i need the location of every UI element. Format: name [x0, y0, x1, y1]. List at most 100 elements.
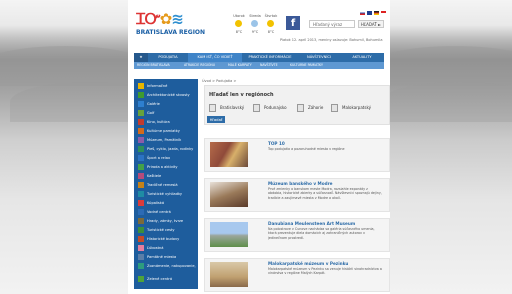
- sidebar-item[interactable]: Kino, kultúra: [136, 118, 196, 126]
- menu-item-podujatia[interactable]: PODUJATIA: [148, 53, 188, 62]
- sidebar-item[interactable]: Vodné centrá: [136, 208, 196, 216]
- item-thumbnail[interactable]: [210, 182, 248, 207]
- category-icon: [138, 146, 144, 152]
- category-icon: [138, 155, 144, 161]
- item-thumbnail[interactable]: [210, 222, 248, 247]
- sidebar-item-label: Architektonické skvosty: [147, 93, 190, 97]
- region-label: Bratislavský: [220, 105, 245, 110]
- list-item[interactable]: Malokarpatské múzeum v Pezinku Malokarpa…: [204, 258, 390, 292]
- item-thumbnail[interactable]: [210, 142, 248, 167]
- sun-icon: [235, 20, 242, 27]
- sidebar-item-label: Hrady, zámky, tvrze: [147, 219, 184, 223]
- sidebar-item-label: Historické budovy: [147, 237, 180, 241]
- region-checkbox[interactable]: [209, 104, 216, 112]
- flag-sk-icon[interactable]: [360, 11, 365, 15]
- item-thumbnail[interactable]: [210, 262, 248, 287]
- sidebar-item[interactable]: Historické budovy: [136, 235, 196, 243]
- hill-shape: [390, 82, 512, 122]
- sidebar-item[interactable]: Galérie: [136, 100, 196, 108]
- search-button[interactable]: HĽADAŤ ►: [358, 20, 384, 28]
- category-icon: [138, 83, 144, 89]
- category-icon: [138, 276, 144, 282]
- category-icon: [138, 128, 144, 134]
- item-title[interactable]: Malokarpatské múzeum v Pezinku: [268, 261, 348, 266]
- category-icon: [138, 263, 144, 269]
- sidebar-item[interactable]: Kúpaliská: [136, 199, 196, 207]
- sidebar-item[interactable]: Turistické cesty: [136, 226, 196, 234]
- find-button[interactable]: Hľadať: [207, 116, 225, 123]
- item-description: Top podujatia a pozoruhodné miesta v reg…: [268, 147, 345, 151]
- site-header: ᏆᏅ✿≋ BRATISLAVA REGION Utorok 8°C Streda…: [128, 0, 390, 50]
- weather-temp: 8°C: [267, 30, 275, 34]
- sidebar-item-label: Pamätné miesta: [147, 255, 177, 259]
- item-title[interactable]: Danubiana Meulensteen Art Museum: [268, 221, 355, 226]
- sidebar-item[interactable]: Priroda a aktivity: [136, 163, 196, 171]
- facebook-icon[interactable]: f: [286, 16, 300, 30]
- flag-en-icon[interactable]: [367, 11, 372, 15]
- item-title[interactable]: Múzeum banského v Modre: [268, 181, 333, 186]
- sidebar-item[interactable]: Golf: [136, 109, 196, 117]
- category-sidebar: Informačné Architektonické skvosty Galér…: [134, 79, 198, 289]
- sidebar-item[interactable]: Tradičné remeslá: [136, 181, 196, 189]
- breadcrumb: Úvod > Podujatia >: [202, 79, 237, 83]
- submenu-item[interactable]: NAVŠTÍVTE: [260, 62, 278, 69]
- sidebar-item-label: Kino, kultúra: [147, 120, 170, 124]
- sidebar-item[interactable]: Kaštiele: [136, 172, 196, 180]
- sub-menu: REGIÓN BRATISLAVA ATRAKCIE REGIÓNU MALÉ …: [134, 62, 384, 69]
- sidebar-item-label: Šport a relax: [147, 156, 171, 160]
- sidebar-item[interactable]: Zelené centrá: [136, 275, 196, 283]
- sidebar-item[interactable]: Ľúbostná: [136, 244, 196, 252]
- list-item[interactable]: Múzeum banského v Modre Prvé zmienky o b…: [204, 178, 390, 212]
- region-checkbox[interactable]: [297, 104, 304, 112]
- region-checkbox[interactable]: [253, 104, 260, 112]
- flag-hu-icon[interactable]: [381, 11, 386, 15]
- sidebar-item[interactable]: Zoznámenie, nakupovanie, zábava: [136, 262, 197, 274]
- sidebar-item[interactable]: Pieš, cyklo, jazda, rodinky: [136, 145, 196, 153]
- sidebar-item-label: Turistické cesty: [147, 228, 175, 232]
- region-label: Podunajsko: [264, 105, 287, 110]
- list-item[interactable]: Danubiana Meulensteen Art Museum Na polo…: [204, 218, 390, 252]
- sidebar-item[interactable]: Pamätné miesta: [136, 253, 196, 261]
- sidebar-item[interactable]: Kultúrne pamiatky: [136, 127, 196, 135]
- sidebar-item[interactable]: Šport a relax: [136, 154, 196, 162]
- submenu-item[interactable]: ATRAKCIE REGIÓNU: [184, 62, 215, 69]
- menu-item-navstevnici[interactable]: NÁVŠTEVNÍCI: [298, 53, 340, 62]
- category-icon: [138, 173, 144, 179]
- list-item[interactable]: TOP 10 Top podujatia a pozoruhodné miest…: [204, 138, 390, 172]
- menu-home-icon[interactable]: ★: [134, 53, 148, 62]
- sidebar-item[interactable]: Architektonické skvosty: [136, 91, 196, 99]
- item-title[interactable]: TOP 10: [268, 141, 285, 146]
- sidebar-item-label: Kúpaliská: [147, 201, 165, 205]
- menu-item-aktuality[interactable]: AKTUALITY: [340, 53, 384, 62]
- sidebar-item[interactable]: Múzeum, Pamätník: [136, 136, 196, 144]
- weather-day: Štvrtok: [264, 14, 278, 18]
- sidebar-item-label: Galérie: [147, 102, 160, 106]
- main-content: Úvod > Podujatia > Hľadať len v regiónoc…: [202, 70, 390, 294]
- region-label: Malokarpatský: [342, 105, 371, 110]
- sidebar-item-label: Priroda a aktivity: [147, 165, 178, 169]
- hill-shape: [0, 46, 128, 86]
- logo[interactable]: ᏆᏅ✿≋ BRATISLAVA REGION: [136, 10, 205, 36]
- region-label: Záhorie: [308, 105, 324, 110]
- sidebar-item-label: Golf: [147, 111, 155, 115]
- main-menu: ★ PODUJATIA KAM ISŤ, ČO VIDIEŤ PRAKTICKÉ…: [134, 53, 384, 62]
- sidebar-item-label: Vodné centrá: [147, 210, 171, 214]
- category-icon: [138, 209, 144, 215]
- weather-day: Streda: [249, 14, 261, 18]
- search-input[interactable]: Hľadaný výraz: [309, 20, 355, 28]
- item-description: Prvé zmienky o banskom meste Modra, rozs…: [268, 187, 382, 200]
- region-checkbox[interactable]: [331, 104, 338, 112]
- menu-item-prakticke[interactable]: PRAKTICKÉ INFORMÁCIE: [242, 53, 298, 62]
- category-icon: [138, 110, 144, 116]
- category-icon: [138, 191, 144, 197]
- menu-item-kam-ist[interactable]: KAM ISŤ, ČO VIDIEŤ: [188, 53, 242, 62]
- cloud-icon: [251, 20, 258, 27]
- region-search-title: Hľadať len v regiónoch: [209, 92, 274, 98]
- submenu-item[interactable]: MALÉ KARPATY: [228, 62, 252, 69]
- submenu-item[interactable]: KULTÚRNE PAMIATKY: [290, 62, 323, 69]
- submenu-item[interactable]: REGIÓN BRATISLAVA: [137, 62, 170, 69]
- flag-de-icon[interactable]: [374, 11, 379, 15]
- sidebar-item[interactable]: Turistické vyhliadky: [136, 190, 196, 198]
- sidebar-item[interactable]: Hrady, zámky, tvrze: [136, 217, 196, 225]
- sidebar-item[interactable]: Informačné: [136, 82, 196, 90]
